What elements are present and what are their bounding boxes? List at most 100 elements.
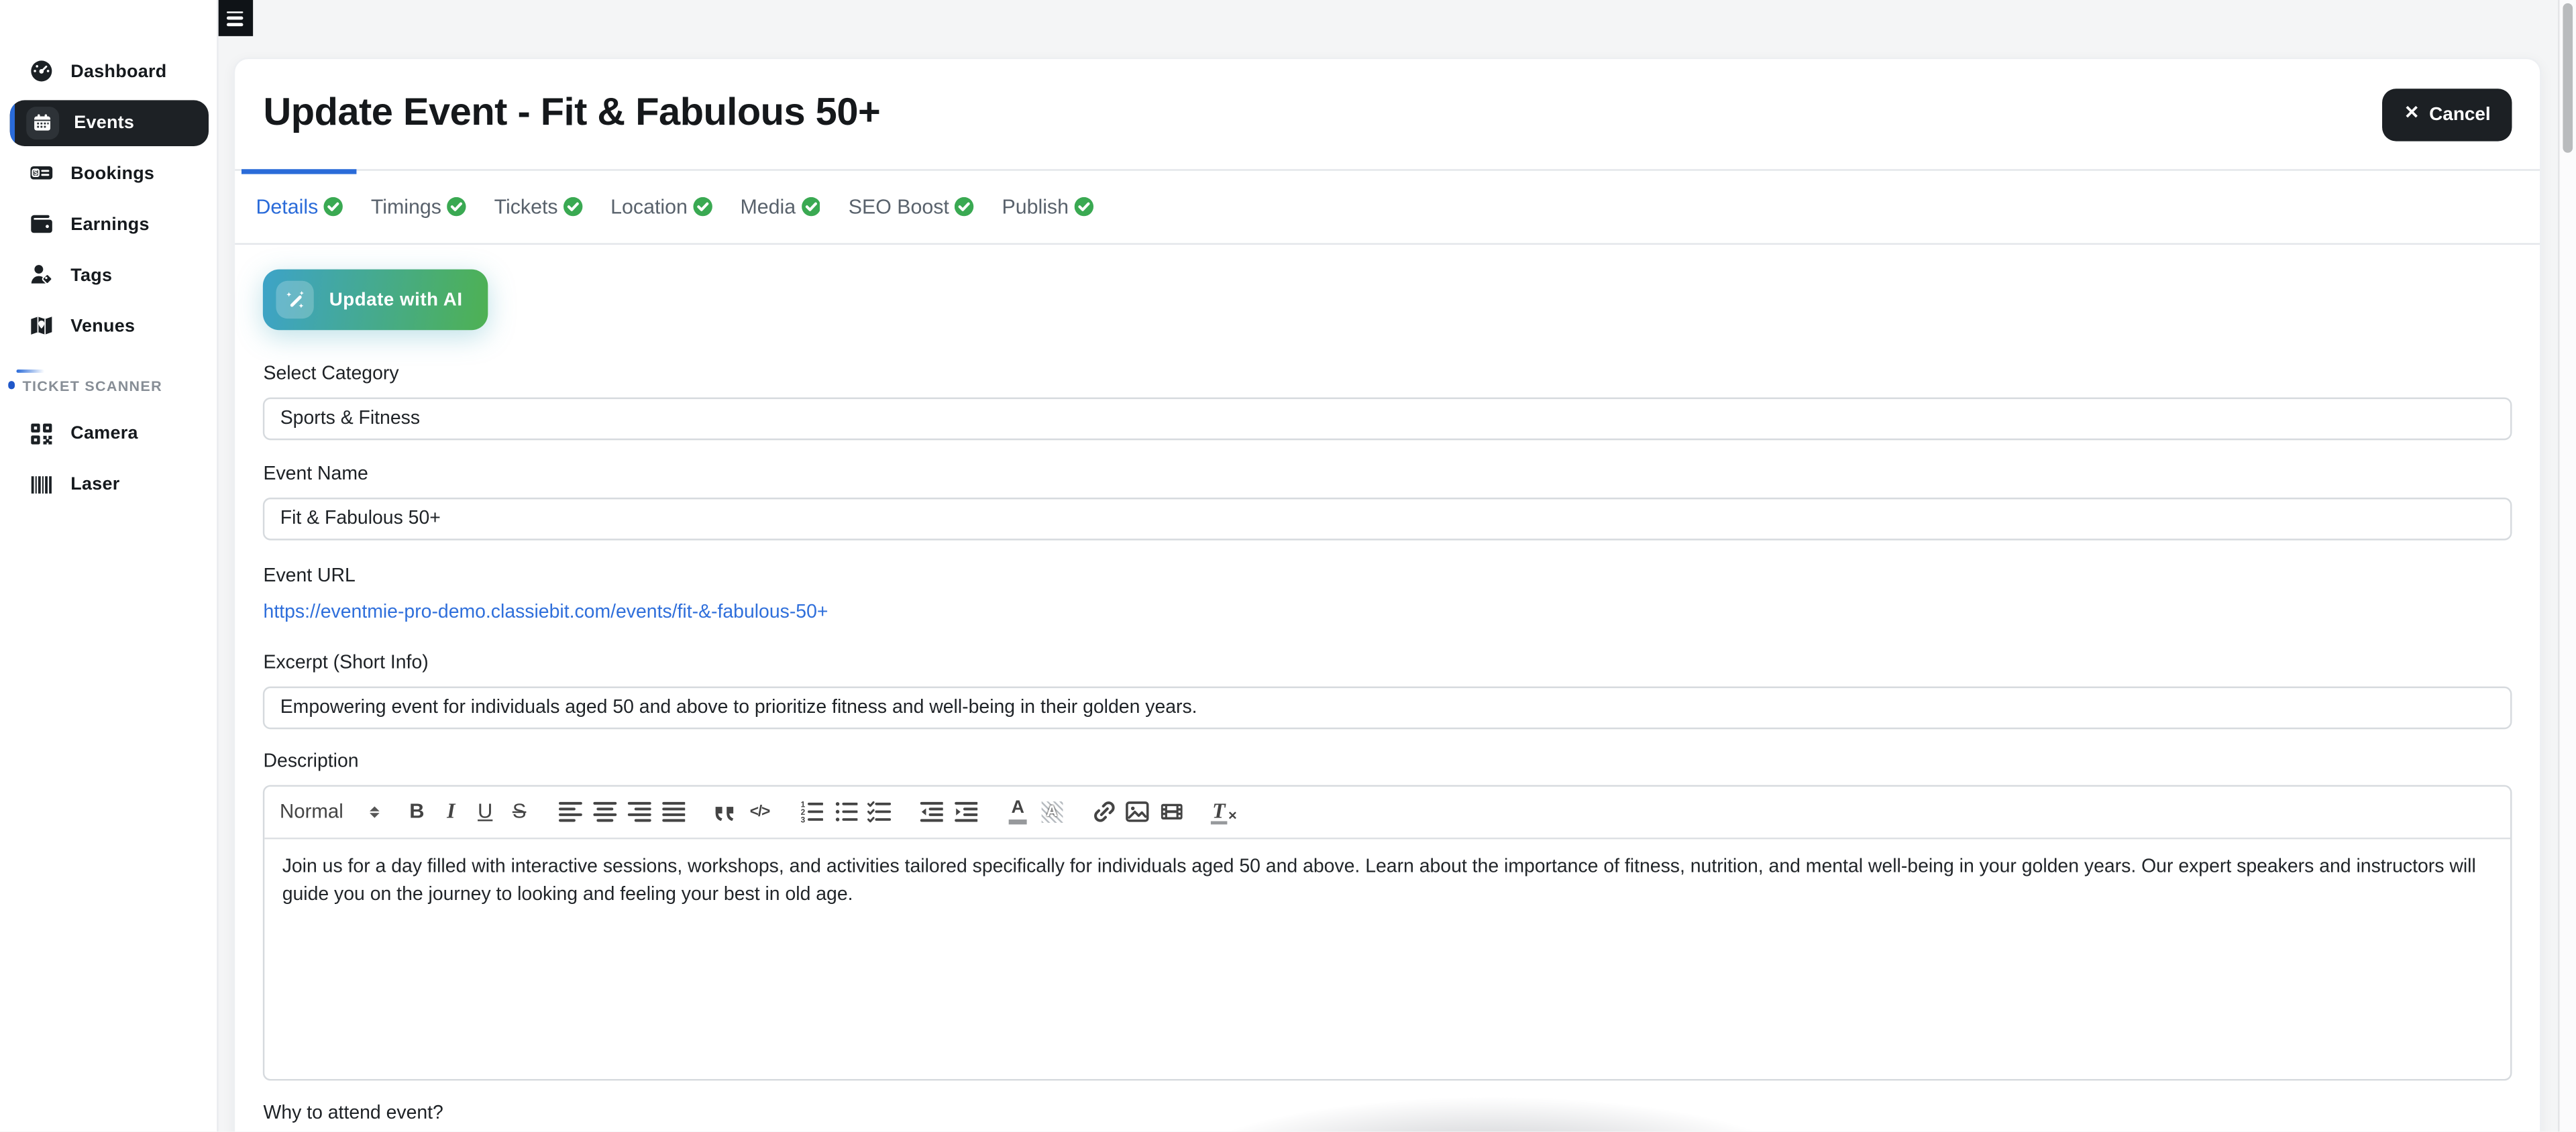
sidebar-item-label: Events — [74, 113, 134, 132]
category-label: Select Category — [264, 363, 2512, 384]
main-area: Update Event - Fit & Fabulous 50+ ✕ Canc… — [219, 0, 2576, 1132]
clean-button[interactable]: T✕ — [1210, 794, 1238, 830]
check-circle-icon — [564, 197, 582, 216]
editor-toolbar: Normal BIUS </> 123 AA T✕ — [265, 787, 2510, 838]
list-check-button[interactable] — [865, 794, 894, 830]
tab-label: SEO Boost — [849, 195, 949, 218]
sidebar-item-laser[interactable]: Laser — [0, 459, 216, 510]
check-circle-icon — [447, 197, 466, 216]
outdent-button[interactable] — [917, 794, 946, 830]
sidebar-item-camera[interactable]: Camera — [0, 408, 216, 459]
sidebar-nav: Dashboard Events $ Bookings Earnings Tags… — [0, 0, 216, 510]
description-text: Join us for a day filled with interactiv… — [282, 852, 2493, 908]
italic-button[interactable]: I — [437, 794, 466, 830]
strike-button[interactable]: S — [505, 794, 534, 830]
sidebar-item-label: Laser — [70, 475, 119, 494]
barcode-icon — [28, 471, 54, 498]
sidebar-item-events[interactable]: Events — [0, 97, 216, 148]
tab-seo-boost[interactable]: SEO Boost — [835, 172, 988, 243]
format-selector[interactable]: Normal — [280, 800, 380, 823]
update-event-card: Update Event - Fit & Fabulous 50+ ✕ Canc… — [233, 58, 2541, 1132]
why-attend-label: Why to attend event? — [264, 1102, 2512, 1124]
hamburger-menu-button[interactable] — [218, 0, 254, 37]
tab-media[interactable]: Media — [727, 172, 835, 243]
list-ordered-button[interactable]: 123 — [797, 794, 826, 830]
sidebar-item-label: Dashboard — [70, 62, 166, 81]
event-name-label: Event Name — [264, 463, 2512, 485]
check-circle-icon — [324, 197, 343, 216]
tab-publish[interactable]: Publish — [988, 172, 1108, 243]
text-color-button[interactable]: A — [1004, 794, 1032, 830]
spacer — [0, 394, 216, 408]
background-color-button[interactable]: A — [1038, 794, 1067, 830]
description-editor: Normal BIUS </> 123 AA T✕ Join us for a day … — [264, 785, 2512, 1081]
tab-label: Details — [256, 195, 319, 218]
magic-wand-icon — [276, 280, 315, 319]
excerpt-input[interactable] — [264, 687, 2512, 729]
tab-label: Media — [740, 195, 796, 218]
money-check-icon: $ — [28, 160, 54, 186]
sidebar-item-bookings[interactable]: $ Bookings — [0, 148, 216, 199]
bold-button[interactable]: B — [402, 794, 431, 830]
svg-text:3: 3 — [800, 815, 805, 824]
indent-button[interactable] — [951, 794, 980, 830]
event-name-input[interactable] — [264, 498, 2512, 540]
picker-caret-icon — [370, 805, 380, 818]
code-block-button[interactable]: </> — [745, 794, 774, 830]
sidebar-item-tags[interactable]: Tags — [0, 249, 216, 300]
bullet-dot-icon — [7, 382, 14, 388]
blockquote-button[interactable] — [711, 794, 740, 830]
details-tab-panel: Update with AI Select Category Event Nam… — [235, 244, 2540, 1124]
check-circle-icon — [955, 197, 973, 216]
page-scrollbar[interactable] — [2559, 0, 2576, 1132]
calendar-icon — [26, 106, 59, 139]
sidebar-item-label: Bookings — [70, 164, 154, 183]
sidebar-item-label: Camera — [70, 424, 138, 443]
user-tag-icon — [28, 262, 54, 288]
tab-tickets[interactable]: Tickets — [480, 172, 597, 243]
card-header: Update Event - Fit & Fabulous 50+ ✕ Canc… — [235, 60, 2540, 170]
active-accent-bar — [10, 99, 15, 146]
tab-label: Timings — [371, 195, 441, 218]
tab-timings[interactable]: Timings — [357, 172, 480, 243]
wallet-icon — [28, 211, 54, 237]
qr-code-icon — [28, 420, 54, 447]
tab-location[interactable]: Location — [596, 172, 726, 243]
excerpt-label: Excerpt (Short Info) — [264, 653, 2512, 674]
section-accent-line — [16, 370, 44, 373]
sidebar: Dashboard Events $ Bookings Earnings Tags… — [0, 0, 218, 1132]
section-label-text: TICKET SCANNER — [23, 377, 162, 393]
update-with-ai-button[interactable]: Update with AI — [264, 270, 488, 331]
align-justify-button[interactable] — [659, 794, 688, 830]
format-selector-value: Normal — [280, 800, 343, 823]
image-button[interactable] — [1124, 794, 1152, 830]
gauge-icon — [28, 58, 54, 84]
list-bullet-button[interactable] — [831, 794, 860, 830]
sidebar-item-label: Tags — [70, 266, 112, 285]
editor-content[interactable]: Join us for a day filled with interactiv… — [265, 838, 2510, 1079]
event-url-link[interactable]: https://eventmie-pro-demo.classiebit.com… — [264, 601, 828, 622]
event-url-label: Event URL — [264, 565, 2512, 586]
wizard-tabs: Details Timings TicketsLocation Media SEO Bo… — [235, 170, 2540, 244]
video-button[interactable] — [1158, 794, 1187, 830]
active-item-pill: Events — [10, 99, 208, 146]
underline-button[interactable]: U — [471, 794, 500, 830]
align-left-button[interactable] — [557, 794, 586, 830]
sidebar-item-earnings[interactable]: Earnings — [0, 199, 216, 249]
cancel-button-label: Cancel — [2429, 105, 2490, 124]
link-button[interactable] — [1089, 794, 1118, 830]
sidebar-item-label: Venues — [70, 316, 135, 335]
check-circle-icon — [1075, 197, 1093, 216]
close-icon: ✕ — [2404, 106, 2420, 124]
scrollbar-thumb[interactable] — [2562, 3, 2573, 152]
sidebar-item-venues[interactable]: Venues — [0, 300, 216, 351]
svg-text:$: $ — [34, 170, 38, 178]
category-select[interactable] — [264, 397, 2512, 439]
cancel-button[interactable]: ✕ Cancel — [2383, 89, 2512, 140]
tab-details[interactable]: Details — [242, 172, 357, 243]
align-center-button[interactable] — [591, 794, 620, 830]
description-label: Description — [264, 751, 2512, 773]
ai-button-label: Update with AI — [329, 290, 463, 309]
align-right-button[interactable] — [625, 794, 654, 830]
sidebar-item-dashboard[interactable]: Dashboard — [0, 46, 216, 97]
